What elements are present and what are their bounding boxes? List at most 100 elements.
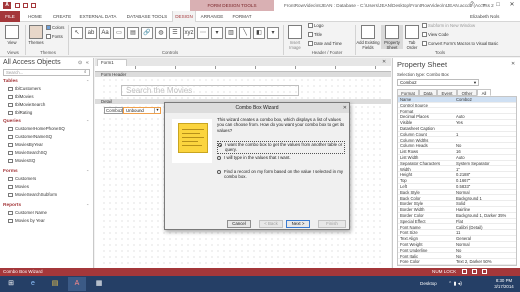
start-icon[interactable]: ⊞ — [2, 277, 20, 291]
property-value[interactable]: Yes — [456, 120, 463, 125]
navigation-tool-icon[interactable]: ☰ — [169, 27, 181, 39]
property-value[interactable]: 1" — [456, 167, 460, 172]
form-view-icon[interactable] — [462, 269, 467, 274]
nav-group-queries[interactable]: Queries — [3, 119, 21, 124]
property-row[interactable]: List Rows 16 — [398, 149, 516, 155]
property-row[interactable]: Fore Color Text 2, Darker 50% — [398, 259, 516, 265]
nav-pane-title[interactable]: All Access Objects — [3, 59, 61, 66]
undo-icon[interactable] — [23, 3, 28, 8]
tab-file[interactable]: FILE — [0, 11, 20, 22]
property-row[interactable]: Visible Yes — [398, 120, 516, 126]
property-row[interactable]: Border Width Hairline — [398, 207, 516, 213]
colors-button[interactable]: Colors — [46, 25, 64, 31]
nav-item-query[interactable]: MovieSearchSQ — [8, 150, 47, 155]
tab-home[interactable]: HOME — [22, 11, 48, 22]
save-icon[interactable] — [15, 3, 20, 8]
nav-group-forms[interactable]: Forms — [3, 169, 18, 174]
access-icon[interactable]: A — [68, 277, 86, 291]
finish-button[interactable]: Finish — [318, 220, 346, 228]
maximize-button[interactable]: □ — [492, 0, 504, 11]
tab-event-props[interactable]: Event — [437, 89, 457, 96]
tab-data-props[interactable]: Data — [419, 89, 437, 96]
line-tool-icon[interactable]: ╲ — [239, 27, 251, 39]
property-value[interactable]: Flat — [456, 219, 463, 224]
logo-button[interactable]: Logo — [308, 23, 324, 29]
option-table-query[interactable]: I want the combo box to get the values f… — [217, 141, 345, 154]
tab-external-data[interactable]: EXTERNAL DATA — [76, 11, 120, 22]
view-code-button[interactable]: View Code — [422, 32, 449, 38]
chevron-down-icon[interactable]: ▼ — [154, 108, 160, 113]
cancel-button[interactable]: Cancel — [227, 220, 251, 228]
option-type-values[interactable]: I will type in the values that I want. — [217, 155, 345, 160]
nav-item-report[interactable]: Movies by Year — [8, 218, 45, 223]
access-app-icon[interactable]: A — [3, 2, 11, 9]
property-value[interactable]: Auto — [456, 114, 465, 119]
property-row[interactable]: Datasheet Caption — [398, 126, 516, 132]
property-value[interactable]: No — [456, 248, 461, 253]
tab-control-icon[interactable]: ▤ — [127, 27, 139, 39]
more-controls-icon[interactable]: ▾ — [267, 27, 279, 39]
property-row[interactable]: Height 0.2188" — [398, 172, 516, 178]
help-button[interactable]: ? — [466, 0, 478, 11]
tab-format-props[interactable]: Format — [397, 89, 419, 96]
property-row[interactable]: Font Italic No — [398, 254, 516, 260]
explorer-icon[interactable]: ▤ — [46, 277, 64, 291]
document-tab[interactable]: Form1 — [97, 59, 127, 66]
property-value[interactable]: 0.2188" — [456, 172, 470, 177]
property-row[interactable]: Font Weight Normal — [398, 242, 516, 248]
minimize-button[interactable]: – — [478, 0, 490, 11]
nav-item-table[interactable]: tblCustomers — [8, 86, 41, 91]
property-row[interactable]: Border Color Background 1, Darker 35% — [398, 213, 516, 219]
property-row[interactable]: Separator Characters System Separator — [398, 161, 516, 167]
app-icon[interactable]: ▦ — [90, 277, 108, 291]
label-tool-icon[interactable]: Aa — [99, 27, 111, 39]
clock[interactable]: 8:30 PM 3/17/2014 — [490, 278, 518, 290]
view-button[interactable]: View — [3, 25, 21, 49]
nav-item-report[interactable]: Customer Name — [8, 210, 47, 215]
property-sheet-close-icon[interactable]: ✕ — [511, 61, 515, 67]
nav-item-query[interactable]: CustomerNameSQ — [8, 134, 52, 139]
property-row[interactable]: Column Widths — [398, 138, 516, 144]
property-value[interactable]: Solid — [456, 201, 465, 206]
property-value[interactable]: 11 — [456, 230, 460, 235]
button-tool-icon[interactable]: ▭ — [113, 27, 125, 39]
page-break-icon[interactable]: ⋯ — [197, 27, 209, 39]
property-value[interactable]: No — [456, 254, 461, 259]
tab-database-tools[interactable]: DATABASE TOOLS — [122, 11, 172, 22]
radio-icon[interactable] — [217, 170, 221, 174]
nav-menu-chevron-icon[interactable]: ⊙ — [78, 60, 82, 66]
system-tray-icons[interactable]: ⌃ ▮ ◂) — [448, 276, 462, 292]
tab-format[interactable]: FORMAT — [228, 11, 256, 22]
insert-image-button[interactable]: Insert Image — [285, 25, 305, 50]
nav-item-query[interactable]: MoviesSQ — [8, 158, 35, 163]
combo-box-tool-icon[interactable]: ▾ — [211, 27, 223, 39]
property-value[interactable]: Normal — [456, 242, 470, 247]
textbox-tool-icon[interactable]: ab — [85, 27, 97, 39]
chevron-down-icon[interactable]: ▼ — [473, 80, 477, 85]
property-value[interactable]: Calibri (Detail) — [456, 225, 483, 230]
property-value[interactable]: Hairline — [456, 207, 470, 212]
property-value[interactable]: 0.5833" — [456, 184, 470, 189]
chevron-up-icon[interactable]: ⌃ — [86, 169, 89, 174]
convert-macros-button[interactable]: Convert Form's Macros to Visual Basic — [422, 41, 498, 47]
nav-item-query[interactable]: CustomerHomePhoneSQ — [8, 126, 65, 131]
nav-group-tables[interactable]: Tables — [3, 79, 18, 84]
ie-icon[interactable]: e — [24, 277, 42, 291]
web-browser-tool-icon[interactable]: ◍ — [155, 27, 167, 39]
header-title-label[interactable]: Search the Movies — [121, 85, 299, 96]
radio-selected-icon[interactable] — [218, 143, 222, 147]
tab-arrange[interactable]: ARRANGE — [198, 11, 226, 22]
nav-item-form[interactable]: MovieSearchSubform — [8, 192, 57, 197]
nav-collapse-icon[interactable]: « — [86, 60, 89, 66]
property-value[interactable]: Auto — [456, 155, 465, 160]
chevron-up-icon[interactable]: ⌃ — [86, 203, 89, 208]
property-row[interactable]: Column Heads No — [398, 143, 516, 149]
property-value[interactable]: 0.1667" — [456, 178, 470, 183]
nav-group-reports[interactable]: Reports — [3, 203, 21, 208]
property-row[interactable]: Special Effect Flat — [398, 219, 516, 225]
property-row[interactable]: Left 0.5833" — [398, 184, 516, 190]
nav-item-form[interactable]: Customers — [8, 176, 36, 181]
property-row[interactable]: Back Color Background 1 — [398, 196, 516, 202]
property-row[interactable]: Width 1" — [398, 167, 516, 173]
combo-box-control[interactable]: Unbound ▼ — [123, 107, 161, 114]
